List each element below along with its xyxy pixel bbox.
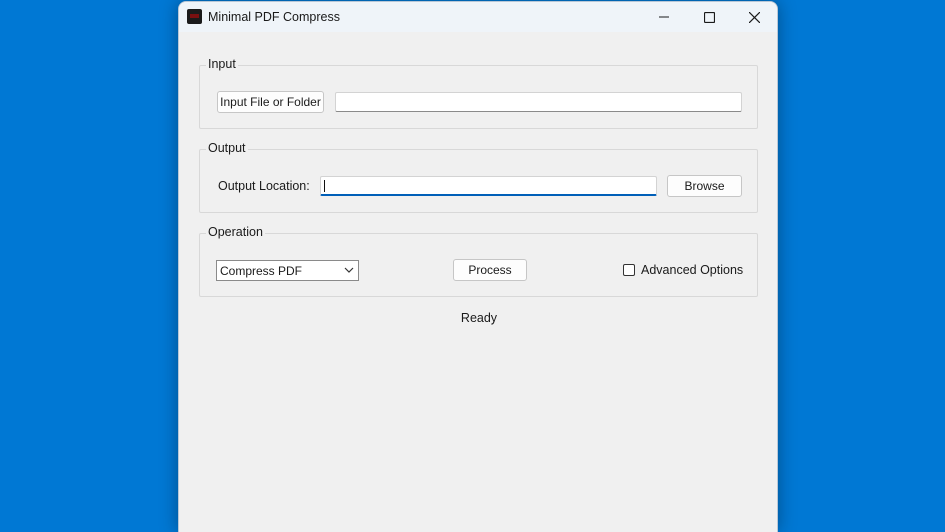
chevron-down-icon — [344, 267, 354, 273]
process-button[interactable]: Process — [453, 259, 527, 281]
minimize-icon — [659, 16, 669, 18]
browse-button[interactable]: Browse — [667, 175, 742, 197]
input-group: Input Input File or Folder — [199, 57, 758, 129]
input-path-field[interactable] — [335, 92, 742, 112]
pdf-app-icon — [187, 9, 202, 24]
output-location-label: Output Location: — [218, 179, 310, 193]
input-group-label: Input — [206, 57, 238, 71]
minimize-button[interactable] — [641, 2, 687, 32]
output-location-field[interactable] — [320, 176, 657, 196]
output-group: Output Output Location: Browse — [199, 141, 758, 213]
operation-selected-value: Compress PDF — [220, 263, 303, 278]
input-file-or-folder-button[interactable]: Input File or Folder — [217, 91, 324, 113]
operation-select[interactable]: Compress PDF — [216, 260, 359, 281]
window-title: Minimal PDF Compress — [208, 10, 340, 24]
output-group-label: Output — [206, 141, 248, 155]
maximize-icon — [703, 11, 715, 23]
advanced-options-checkbox[interactable] — [623, 264, 635, 276]
status-text: Ready — [460, 311, 498, 325]
title-bar[interactable]: Minimal PDF Compress — [179, 2, 777, 32]
close-icon — [748, 11, 760, 23]
operation-group: Operation Compress PDF Process Advanced … — [199, 225, 758, 297]
advanced-options-label[interactable]: Advanced Options — [641, 263, 743, 277]
maximize-button[interactable] — [686, 2, 732, 32]
app-window: Minimal PDF Compress Input Input File or… — [178, 1, 778, 532]
close-button[interactable] — [731, 2, 777, 32]
text-caret — [324, 180, 325, 192]
operation-group-label: Operation — [206, 225, 265, 239]
